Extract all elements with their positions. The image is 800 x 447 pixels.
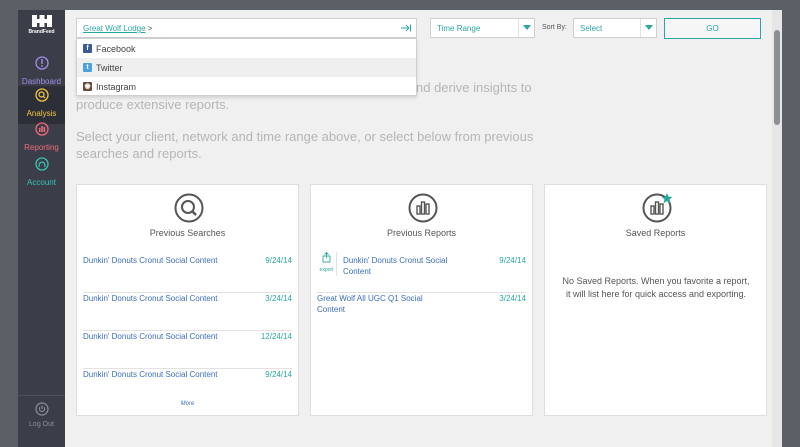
facebook-icon: f bbox=[83, 44, 92, 53]
network-option-label: Facebook bbox=[96, 43, 136, 54]
sidebar-item-label: Reporting bbox=[24, 143, 59, 152]
search-date: 9/24/14 bbox=[265, 256, 292, 265]
search-row[interactable]: Dunkin' Donuts Cronut Social Content 9/2… bbox=[83, 255, 292, 293]
info-icon bbox=[34, 56, 49, 70]
previous-searches-card: Previous Searches Dunkin' Donuts Cronut … bbox=[76, 184, 299, 416]
chart-icon bbox=[408, 193, 438, 223]
network-option-label: Twitter bbox=[96, 62, 123, 73]
sidebar-item-label: Dashboard bbox=[21, 77, 62, 86]
search-icon bbox=[174, 193, 204, 223]
report-title[interactable]: Great Wolf All UGC Q1 Social Content bbox=[317, 293, 447, 315]
card-title: Previous Searches bbox=[149, 228, 226, 238]
instructions-line: searches and reports. bbox=[76, 146, 202, 161]
network-option-facebook[interactable]: f Facebook bbox=[77, 39, 416, 58]
sidebar: BrandFeed Dashboard Analysis Reporting A… bbox=[18, 10, 65, 447]
card-title: Saved Reports bbox=[625, 228, 686, 238]
app-window: BrandFeed Dashboard Analysis Reporting A… bbox=[18, 10, 782, 447]
sidebar-item-label: Analysis bbox=[26, 109, 57, 118]
report-date: 3/24/14 bbox=[499, 294, 526, 303]
export-button[interactable]: export bbox=[317, 251, 337, 276]
intro-line: produce extensive reports. bbox=[76, 97, 230, 112]
instructions-line: Select your client, network and time ran… bbox=[76, 129, 534, 144]
saved-reports-card: Saved Reports No Saved Reports. When you… bbox=[544, 184, 767, 416]
sidebar-item-account[interactable]: Account bbox=[18, 157, 65, 189]
go-button[interactable]: GO bbox=[664, 18, 761, 39]
report-row[interactable]: export Dunkin' Donuts Cronut Social Cont… bbox=[317, 251, 526, 293]
logout-label: Log Out bbox=[29, 421, 54, 428]
report-row[interactable]: Great Wolf All UGC Q1 Social Content 3/2… bbox=[317, 293, 526, 331]
logo-text: BrandFeed bbox=[28, 29, 55, 35]
breadcrumb-separator: > bbox=[147, 24, 153, 33]
vertical-scrollbar[interactable] bbox=[772, 10, 782, 447]
brand-logo[interactable]: BrandFeed bbox=[18, 14, 65, 35]
power-icon bbox=[34, 402, 49, 416]
instagram-icon: ◉ bbox=[83, 82, 92, 91]
logo-icon bbox=[31, 15, 52, 27]
empty-state-message: No Saved Reports. When you favorite a re… bbox=[562, 276, 750, 299]
more-link[interactable]: More bbox=[77, 401, 298, 407]
search-icon bbox=[34, 88, 49, 102]
search-row[interactable]: Dunkin' Donuts Cronut Social Content 3/2… bbox=[83, 293, 292, 331]
sidebar-item-reporting[interactable]: Reporting bbox=[18, 122, 65, 154]
network-option-instagram[interactable]: ◉ Instagram bbox=[77, 77, 416, 96]
export-label: export bbox=[319, 267, 334, 273]
client-breadcrumb-link[interactable]: Great Wolf Lodge bbox=[83, 24, 146, 33]
export-icon bbox=[322, 251, 331, 263]
previous-reports-card: Previous Reports export Dunkin' Donuts C… bbox=[310, 184, 533, 416]
network-dropdown: f Facebook t Twitter ◉ Instagram bbox=[76, 38, 417, 96]
scrollbar-thumb[interactable] bbox=[774, 30, 780, 125]
twitter-icon: t bbox=[83, 63, 92, 72]
card-title: Previous Reports bbox=[386, 228, 457, 238]
sort-value: Select bbox=[580, 24, 603, 33]
sort-by-label: Sort By: bbox=[542, 24, 567, 31]
sidebar-item-dashboard[interactable]: Dashboard bbox=[18, 56, 65, 88]
search-title[interactable]: Dunkin' Donuts Cronut Social Content bbox=[83, 255, 223, 266]
main-content: Great Wolf Lodge > f Facebook t Twitter … bbox=[65, 10, 782, 447]
logout-button[interactable]: Log Out bbox=[18, 395, 65, 445]
search-title[interactable]: Dunkin' Donuts Cronut Social Content bbox=[83, 293, 223, 304]
chevron-down-icon bbox=[640, 19, 656, 37]
search-title[interactable]: Dunkin' Donuts Cronut Social Content bbox=[83, 369, 223, 380]
search-date: 3/24/14 bbox=[265, 294, 292, 303]
sidebar-item-analysis[interactable]: Analysis bbox=[18, 86, 65, 124]
sort-select[interactable]: Select bbox=[573, 18, 657, 38]
search-row[interactable]: Dunkin' Donuts Cronut Social Content 12/… bbox=[83, 331, 292, 369]
search-date: 9/24/14 bbox=[265, 370, 292, 379]
sidebar-item-label: Account bbox=[27, 178, 56, 187]
chevron-down-icon bbox=[518, 19, 534, 37]
report-title[interactable]: Dunkin' Donuts Cronut Social Content bbox=[343, 255, 468, 277]
network-option-label: Instagram bbox=[96, 81, 137, 92]
arrow-right-icon[interactable] bbox=[400, 23, 412, 33]
search-date: 12/24/14 bbox=[260, 332, 292, 341]
chart-icon bbox=[34, 122, 49, 136]
search-title[interactable]: Dunkin' Donuts Cronut Social Content bbox=[83, 331, 223, 342]
time-range-select[interactable]: Time Range bbox=[430, 18, 535, 38]
time-range-value: Time Range bbox=[437, 24, 481, 33]
user-icon bbox=[34, 157, 49, 171]
instructions-text: Select your client, network and time ran… bbox=[76, 128, 576, 162]
client-network-selector[interactable]: Great Wolf Lodge > bbox=[76, 18, 417, 38]
report-date: 9/24/14 bbox=[499, 256, 526, 265]
network-option-twitter[interactable]: t Twitter bbox=[77, 58, 416, 77]
saved-chart-icon bbox=[642, 193, 673, 223]
